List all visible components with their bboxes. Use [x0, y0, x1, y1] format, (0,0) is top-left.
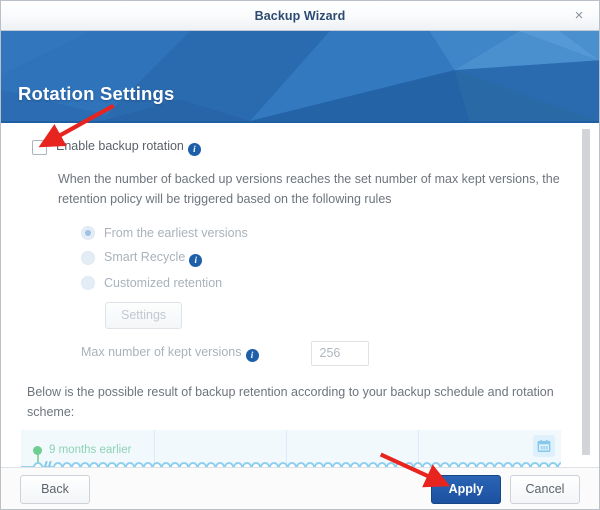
- rotation-description: When the number of backed up versions re…: [58, 172, 560, 207]
- page-title: Rotation Settings: [18, 83, 175, 104]
- settings-button[interactable]: Settings: [105, 301, 183, 329]
- radio-label-customized-retention: Customized retention: [104, 276, 223, 290]
- calendar-icon[interactable]: [533, 435, 555, 457]
- radio-row-customized-retention[interactable]: Customized retention: [81, 271, 579, 296]
- enable-backup-rotation-row[interactable]: Enable backup rotation i: [32, 139, 579, 156]
- max-versions-text: Max number of kept versions: [81, 344, 242, 359]
- retention-rule-radio-group: From the earliest versions Smart Recycle…: [81, 221, 579, 329]
- radio-text-smart-recycle: Smart Recycle: [104, 249, 186, 264]
- low-poly-background: [1, 31, 599, 121]
- radio-row-earliest-versions[interactable]: From the earliest versions: [81, 221, 579, 246]
- calendar-glyph: [537, 440, 551, 452]
- radio-row-smart-recycle[interactable]: Smart Recycle i: [81, 246, 579, 271]
- radio-label-earliest-versions: From the earliest versions: [104, 226, 248, 240]
- backup-wizard-window: Backup Wizard × Rotation Settings Enable…: [0, 0, 600, 510]
- window-title: Backup Wizard: [254, 8, 346, 23]
- info-icon-max-versions[interactable]: i: [245, 348, 259, 362]
- cancel-button[interactable]: Cancel: [510, 475, 580, 504]
- info-icon-smart-recycle[interactable]: i: [189, 253, 203, 267]
- back-button[interactable]: Back: [20, 475, 90, 504]
- max-versions-input[interactable]: [310, 340, 369, 366]
- enable-backup-rotation-text: Enable backup rotation: [56, 139, 184, 153]
- radio-smart-recycle[interactable]: [81, 251, 95, 265]
- timeline-marker-label: 9 months earlier: [49, 444, 132, 456]
- content-scrollbar-track[interactable]: [582, 127, 595, 463]
- retention-timeline-preview: 9 months earlier: [21, 430, 561, 467]
- radio-customized-retention[interactable]: [81, 276, 95, 290]
- footer-right-buttons: Apply Cancel: [431, 475, 580, 504]
- wizard-footer: Back Apply Cancel: [1, 467, 599, 509]
- content-scrollbar-thumb[interactable]: [582, 129, 590, 455]
- timeline-marker-dot: [33, 446, 42, 455]
- max-versions-label: Max number of kept versions i: [81, 345, 259, 362]
- wizard-content: Enable backup rotation i When the number …: [1, 123, 599, 467]
- enable-backup-rotation-checkbox[interactable]: [32, 140, 47, 155]
- window-titlebar: Backup Wizard ×: [1, 1, 599, 31]
- preview-description: Below is the possible result of backup r…: [27, 384, 554, 419]
- close-icon[interactable]: ×: [567, 5, 591, 27]
- enable-backup-rotation-label: Enable backup rotation i: [56, 139, 201, 156]
- max-versions-row: Max number of kept versions i: [81, 340, 579, 366]
- wizard-header-banner: Rotation Settings: [1, 31, 599, 123]
- radio-label-smart-recycle: Smart Recycle i: [104, 249, 203, 267]
- info-icon-enable-rotation[interactable]: i: [187, 143, 201, 156]
- apply-button[interactable]: Apply: [431, 475, 501, 504]
- radio-earliest-versions[interactable]: [81, 226, 95, 240]
